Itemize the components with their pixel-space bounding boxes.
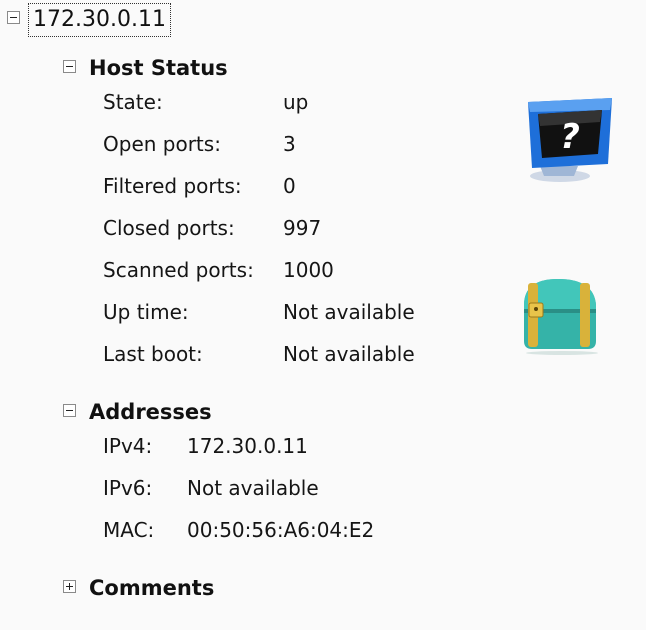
host-address-node[interactable]: 172.30.0.11 — [28, 3, 171, 37]
ipv4-value: 172.30.0.11 — [187, 434, 308, 458]
ipv6-value: Not available — [187, 476, 319, 500]
mac-label: MAC: — [103, 518, 155, 542]
last-boot-label: Last boot: — [103, 342, 203, 366]
minus-icon — [66, 410, 73, 411]
addresses-heading: Addresses — [89, 400, 212, 424]
state-value: up — [283, 90, 309, 114]
minus-icon — [66, 66, 73, 67]
scanned-ports-label: Scanned ports: — [103, 258, 254, 282]
host-status-heading: Host Status — [89, 56, 228, 80]
mac-value: 00:50:56:A6:04:E2 — [187, 518, 375, 542]
unknown-os-monitor-icon: ? — [520, 96, 620, 190]
minus-icon — [10, 17, 17, 18]
comments-expand-toggle[interactable] — [63, 580, 76, 593]
svg-text:?: ? — [560, 117, 580, 157]
host-details-panel: 172.30.0.11 Host Status State: up Open p… — [0, 0, 646, 630]
open-ports-label: Open ports: — [103, 132, 221, 156]
filtered-ports-label: Filtered ports: — [103, 174, 242, 198]
last-boot-value: Not available — [283, 342, 415, 366]
treasure-chest-icon — [518, 275, 604, 359]
host-collapse-toggle[interactable] — [7, 11, 20, 24]
scanned-ports-value: 1000 — [283, 258, 334, 282]
filtered-ports-value: 0 — [283, 174, 296, 198]
addresses-collapse-toggle[interactable] — [63, 404, 76, 417]
host-status-collapse-toggle[interactable] — [63, 60, 76, 73]
comments-heading[interactable]: Comments — [89, 575, 214, 601]
ipv4-label: IPv4: — [103, 434, 153, 458]
state-label: State: — [103, 90, 163, 114]
open-ports-value: 3 — [283, 132, 296, 156]
closed-ports-value: 997 — [283, 216, 322, 240]
ipv6-label: IPv6: — [103, 476, 153, 500]
closed-ports-label: Closed ports: — [103, 216, 235, 240]
up-time-label: Up time: — [103, 300, 189, 324]
up-time-value: Not available — [283, 300, 415, 324]
